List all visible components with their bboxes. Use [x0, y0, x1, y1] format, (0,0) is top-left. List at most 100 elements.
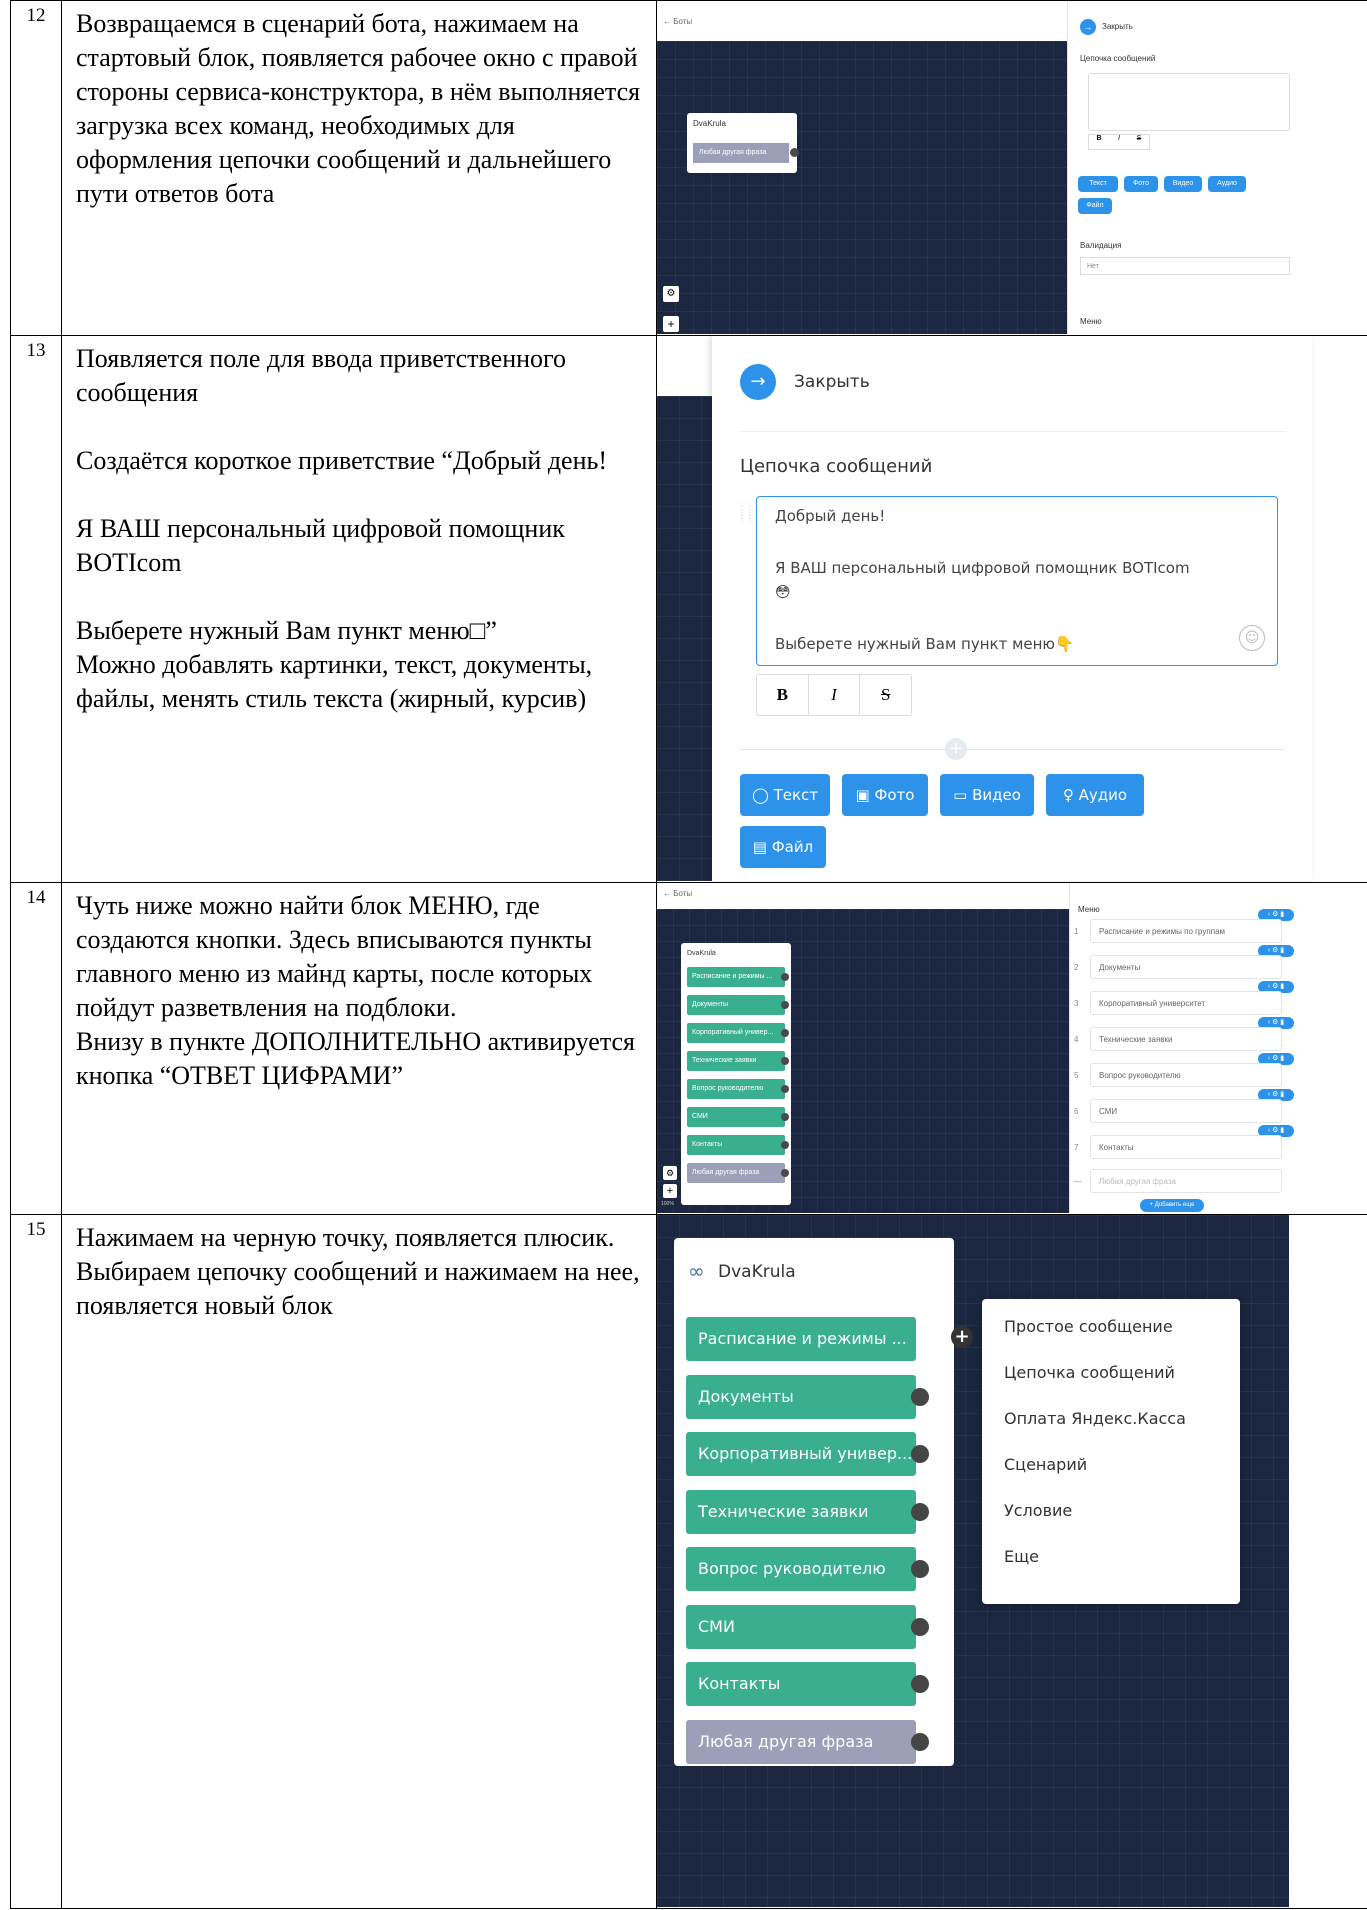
close-label[interactable]: Закрыть [794, 372, 870, 392]
menu-item[interactable]: Контакты [1090, 1135, 1282, 1159]
connector-dot[interactable] [781, 1029, 789, 1037]
block-item[interactable]: Контакты [686, 1662, 916, 1706]
side-panel: → Закрыть Цепочка сообщений B I S Текст … [1067, 1, 1308, 334]
menu-item[interactable]: СМИ [1090, 1099, 1282, 1123]
step-text: Возвращаемся в сценарий бота, нажимаем н… [76, 9, 647, 208]
message-panel: → Закрыть Цепочка сообщений ⋮⋮ ⋮⋮ ⋮⋮ Добры… [712, 336, 1312, 881]
connector-dot[interactable] [911, 1617, 929, 1636]
add-block-button[interactable]: + [945, 738, 967, 760]
connector-dot[interactable] [911, 1445, 929, 1463]
message-input[interactable] [1088, 73, 1290, 131]
dropdown-option[interactable]: Оплата Яндекс.Касса [1004, 1409, 1186, 1428]
zoom-in-icon[interactable]: + [663, 1184, 677, 1198]
step-text: Появляется поле для ввода приветственног… [76, 344, 608, 713]
connector-dot[interactable] [781, 1141, 789, 1149]
photo-button[interactable]: ▣ Фото [842, 774, 928, 816]
menu-index: 6 [1074, 1107, 1079, 1116]
connector-dot[interactable] [781, 1057, 789, 1065]
emoji-picker-icon[interactable]: ☺ [1239, 625, 1265, 651]
block-item[interactable]: СМИ [687, 1107, 785, 1127]
dropdown-option[interactable]: Сценарий [1004, 1455, 1087, 1474]
block-item[interactable]: Вопрос руководителю [687, 1079, 785, 1099]
bold-button[interactable]: B [1089, 135, 1109, 149]
format-toolbar: B I S [756, 674, 912, 716]
block-item[interactable]: Технические заявки [687, 1051, 785, 1071]
audio-button[interactable]: ♀ Аудио [1046, 774, 1144, 816]
block-item[interactable]: Корпоративный универ... [686, 1432, 916, 1476]
block-item-any[interactable]: Любая другая фраза [686, 1719, 916, 1764]
settings-icon[interactable]: ⚙ [663, 286, 679, 302]
connector-dot[interactable] [781, 973, 789, 981]
drag-handle-icon[interactable]: ⋮⋮ ⋮⋮ ⋮⋮ [738, 503, 754, 540]
close-arrow-icon[interactable]: → [1080, 19, 1096, 35]
connector-dot[interactable] [790, 148, 799, 157]
back-link[interactable]: ← Боты [663, 17, 692, 26]
video-button[interactable]: ▭ Видео [940, 774, 1034, 816]
block-item[interactable]: Контакты [687, 1135, 785, 1155]
block-item[interactable]: Любая другая фраза [693, 143, 789, 163]
dropdown-option[interactable]: Условие [1004, 1501, 1072, 1520]
bold-button[interactable]: B [757, 675, 809, 715]
step-description: Чуть ниже можно найти блок МЕНЮ, где соз… [61, 882, 657, 1215]
block-item[interactable]: Технические заявки [686, 1489, 916, 1534]
file-button[interactable]: Файл [1078, 198, 1112, 214]
message-emoji: 😳 [775, 583, 791, 601]
block-item[interactable]: Документы [686, 1374, 916, 1419]
connector-dot[interactable] [911, 1732, 929, 1751]
italic-button[interactable]: I [1109, 135, 1129, 149]
settings-icon[interactable]: ⚙ [663, 1166, 677, 1180]
step-text: Чуть ниже можно найти блок МЕНЮ, где соз… [76, 891, 636, 1090]
video-button[interactable]: Видео [1164, 176, 1202, 192]
strike-button[interactable]: S [1129, 135, 1149, 149]
menu-item[interactable]: Технические заявки [1090, 1027, 1282, 1051]
block-item-any[interactable]: Любая другая фраза [687, 1163, 785, 1183]
back-link[interactable]: ← Боты [663, 889, 692, 898]
menu-item[interactable]: Корпоративный университет [1090, 991, 1282, 1015]
close-label[interactable]: Закрыть [1102, 22, 1133, 31]
step-description: Появляется поле для ввода приветственног… [61, 335, 657, 883]
dropdown-option[interactable]: Простое сообщение [1004, 1317, 1173, 1336]
close-arrow-icon[interactable]: → [740, 364, 776, 400]
dropdown-option[interactable]: Цепочка сообщений [1004, 1363, 1175, 1382]
add-connection-plus-icon[interactable]: + [951, 1326, 973, 1348]
menu-index: — [1074, 1177, 1082, 1186]
menu-item-any[interactable]: Любая другая фраза [1090, 1169, 1282, 1193]
add-more-button[interactable]: + Добавить еще [1140, 1199, 1204, 1212]
block-item[interactable]: Документы [687, 995, 785, 1015]
text-button[interactable]: Текст [1078, 176, 1118, 192]
step-number: 13 [10, 335, 62, 883]
menu-panel: Меню ‹ ⚙ ▮ 1 Расписание и режимы по группа… [1069, 883, 1300, 1213]
connector-dot[interactable] [781, 1113, 789, 1121]
block-item[interactable]: Корпоративный универ... [687, 1023, 785, 1043]
dropdown-option[interactable]: Еще [1004, 1547, 1039, 1566]
start-block[interactable]: DvaKrula Любая другая фраза [687, 113, 799, 173]
validation-label: Валидация [1080, 241, 1122, 250]
menu-index: 3 [1074, 999, 1079, 1008]
step-row-15: 15 Нажимаем на черную точку, появляется … [10, 1214, 1367, 1909]
strike-button[interactable]: S [860, 675, 911, 715]
audio-button[interactable]: Аудио [1208, 176, 1246, 192]
connector-dot[interactable] [911, 1502, 929, 1521]
connector-dot[interactable] [781, 1169, 789, 1177]
connector-dot[interactable] [781, 1085, 789, 1093]
block-item[interactable]: Расписание и режимы ... [686, 1317, 916, 1361]
connector-dot[interactable] [911, 1387, 929, 1406]
text-button[interactable]: ◯ Текст [740, 774, 830, 816]
menu-item[interactable]: Документы [1090, 955, 1282, 979]
screenshot-12: ← Боты DvaKrula Любая другая фраза ⚙ + →… [656, 0, 1367, 336]
connector-dot[interactable] [911, 1675, 929, 1693]
menu-item[interactable]: Расписание и режимы по группам [1090, 919, 1282, 943]
block-item[interactable]: Расписание и режимы ... [687, 967, 785, 987]
menu-item[interactable]: Вопрос руководителю [1090, 1063, 1282, 1087]
file-button[interactable]: ▤ Файл [740, 826, 826, 868]
block-item[interactable]: Вопрос руководителю [686, 1547, 916, 1591]
photo-button[interactable]: Фото [1124, 176, 1158, 192]
connector-dot[interactable] [781, 1001, 789, 1009]
italic-button[interactable]: I [809, 675, 861, 715]
menu-index: 2 [1074, 963, 1079, 972]
connector-dot[interactable] [911, 1560, 929, 1578]
zoom-in-icon[interactable]: + [663, 316, 679, 332]
block-item[interactable]: СМИ [686, 1604, 916, 1649]
validation-select[interactable]: Нет [1080, 257, 1290, 275]
message-textarea[interactable]: Добрый день! Я ВАШ персональный цифровой… [756, 496, 1278, 666]
